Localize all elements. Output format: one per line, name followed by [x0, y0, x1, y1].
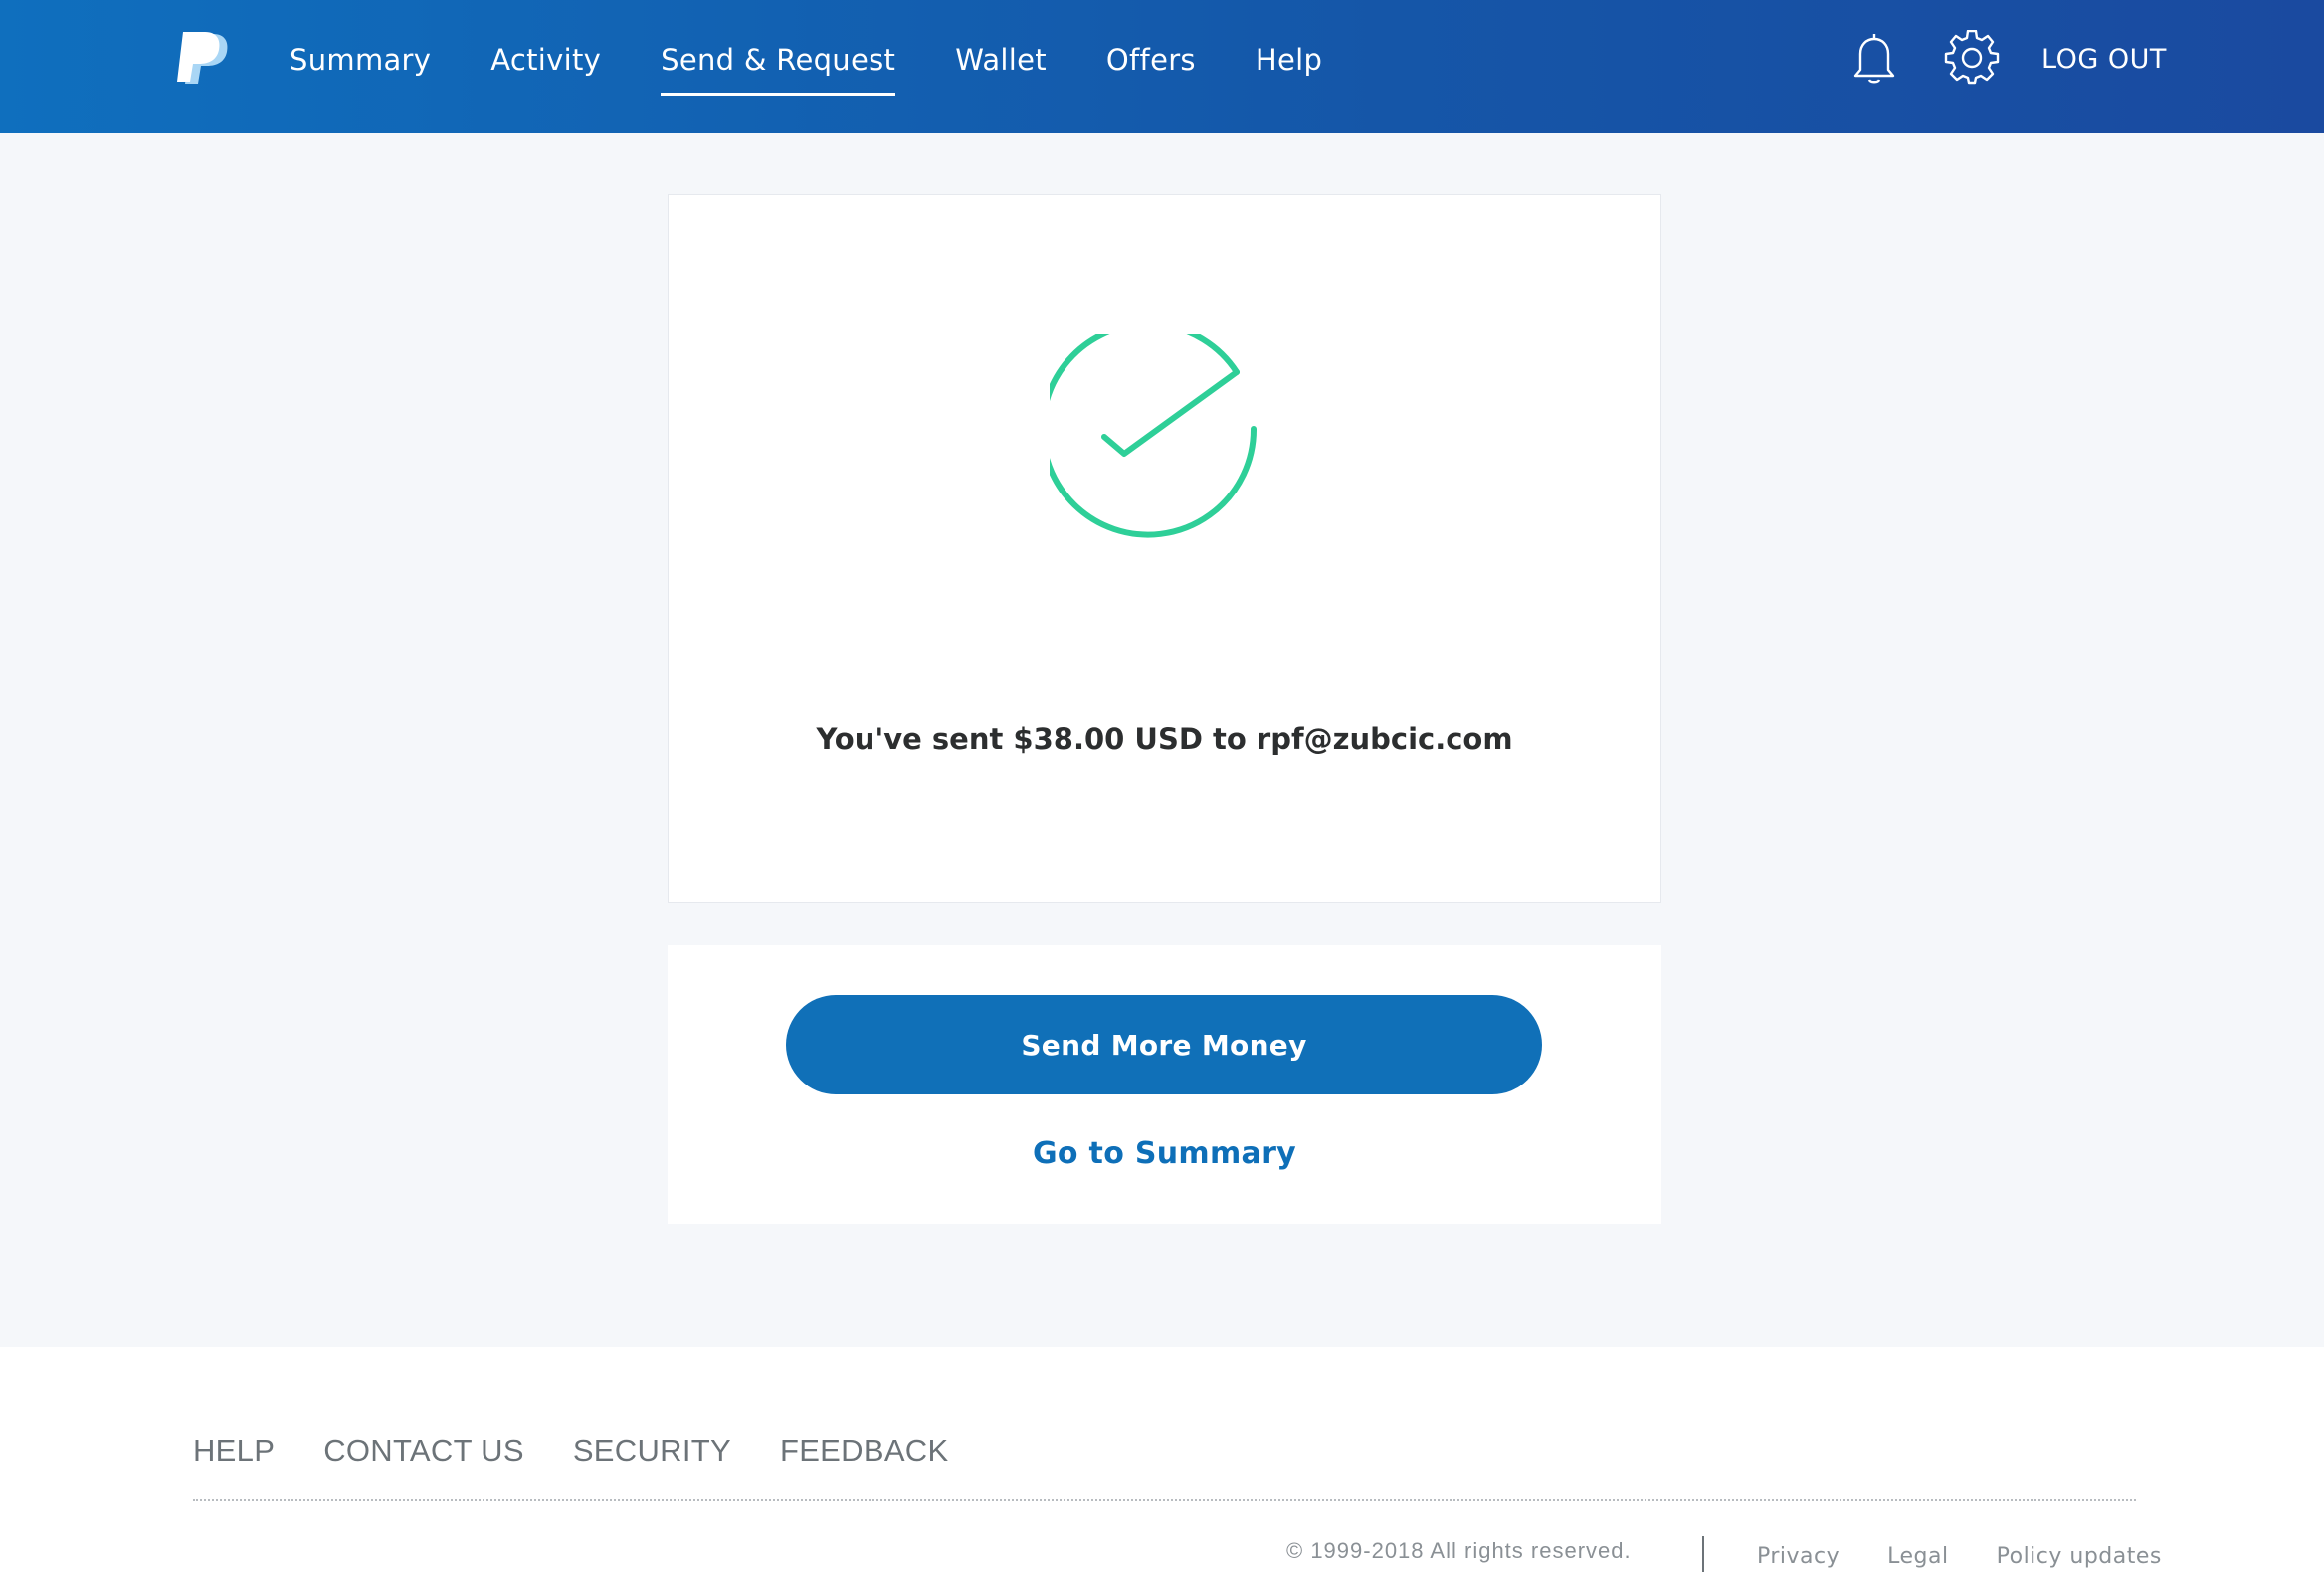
footer-separator — [1702, 1536, 1704, 1572]
top-nav-bar: Summary Activity Send & Request Wallet O… — [0, 0, 2324, 133]
footer-link-feedback[interactable]: FEEDBACK — [780, 1433, 949, 1469]
send-more-money-button[interactable]: Send More Money — [786, 995, 1542, 1094]
footer-link-security[interactable]: SECURITY — [573, 1433, 731, 1469]
main-nav: Summary Activity Send & Request Wallet O… — [290, 0, 1382, 133]
legal-link-legal[interactable]: Legal — [1887, 1544, 1948, 1569]
nav-help[interactable]: Help — [1256, 0, 1322, 133]
legal-links: Privacy Legal Policy updates — [1757, 1544, 2162, 1569]
gear-icon[interactable] — [1944, 29, 2000, 86]
footer: HELP CONTACT US SECURITY FEEDBACK © 1999… — [0, 1347, 2324, 1578]
paypal-logo-icon[interactable] — [177, 30, 233, 90]
footer-divider — [193, 1499, 2136, 1501]
nav-activity[interactable]: Activity — [490, 0, 601, 133]
footer-link-help[interactable]: HELP — [193, 1433, 275, 1469]
nav-send-request[interactable]: Send & Request — [661, 0, 896, 133]
logout-button[interactable]: LOG OUT — [2041, 44, 2167, 75]
footer-links: HELP CONTACT US SECURITY FEEDBACK — [193, 1433, 997, 1469]
legal-link-policy-updates[interactable]: Policy updates — [1997, 1544, 2162, 1569]
nav-summary[interactable]: Summary — [290, 0, 431, 133]
bell-icon[interactable] — [1848, 30, 1900, 86]
copyright-text: © 1999-2018 All rights reserved. — [1286, 1538, 1632, 1563]
go-to-summary-link[interactable]: Go to Summary — [668, 1136, 1661, 1171]
check-circle-icon — [1040, 320, 1278, 563]
confirmation-card: You've sent $38.00 USD to rpf@zubcic.com — [668, 194, 1661, 903]
confirmation-message: You've sent $38.00 USD to rpf@zubcic.com — [816, 722, 1513, 756]
nav-wallet[interactable]: Wallet — [955, 0, 1047, 133]
actions-card: Send More Money Go to Summary — [668, 945, 1661, 1224]
legal-link-privacy[interactable]: Privacy — [1757, 1544, 1840, 1569]
footer-link-contact-us[interactable]: CONTACT US — [323, 1433, 524, 1469]
nav-offers[interactable]: Offers — [1106, 0, 1196, 133]
